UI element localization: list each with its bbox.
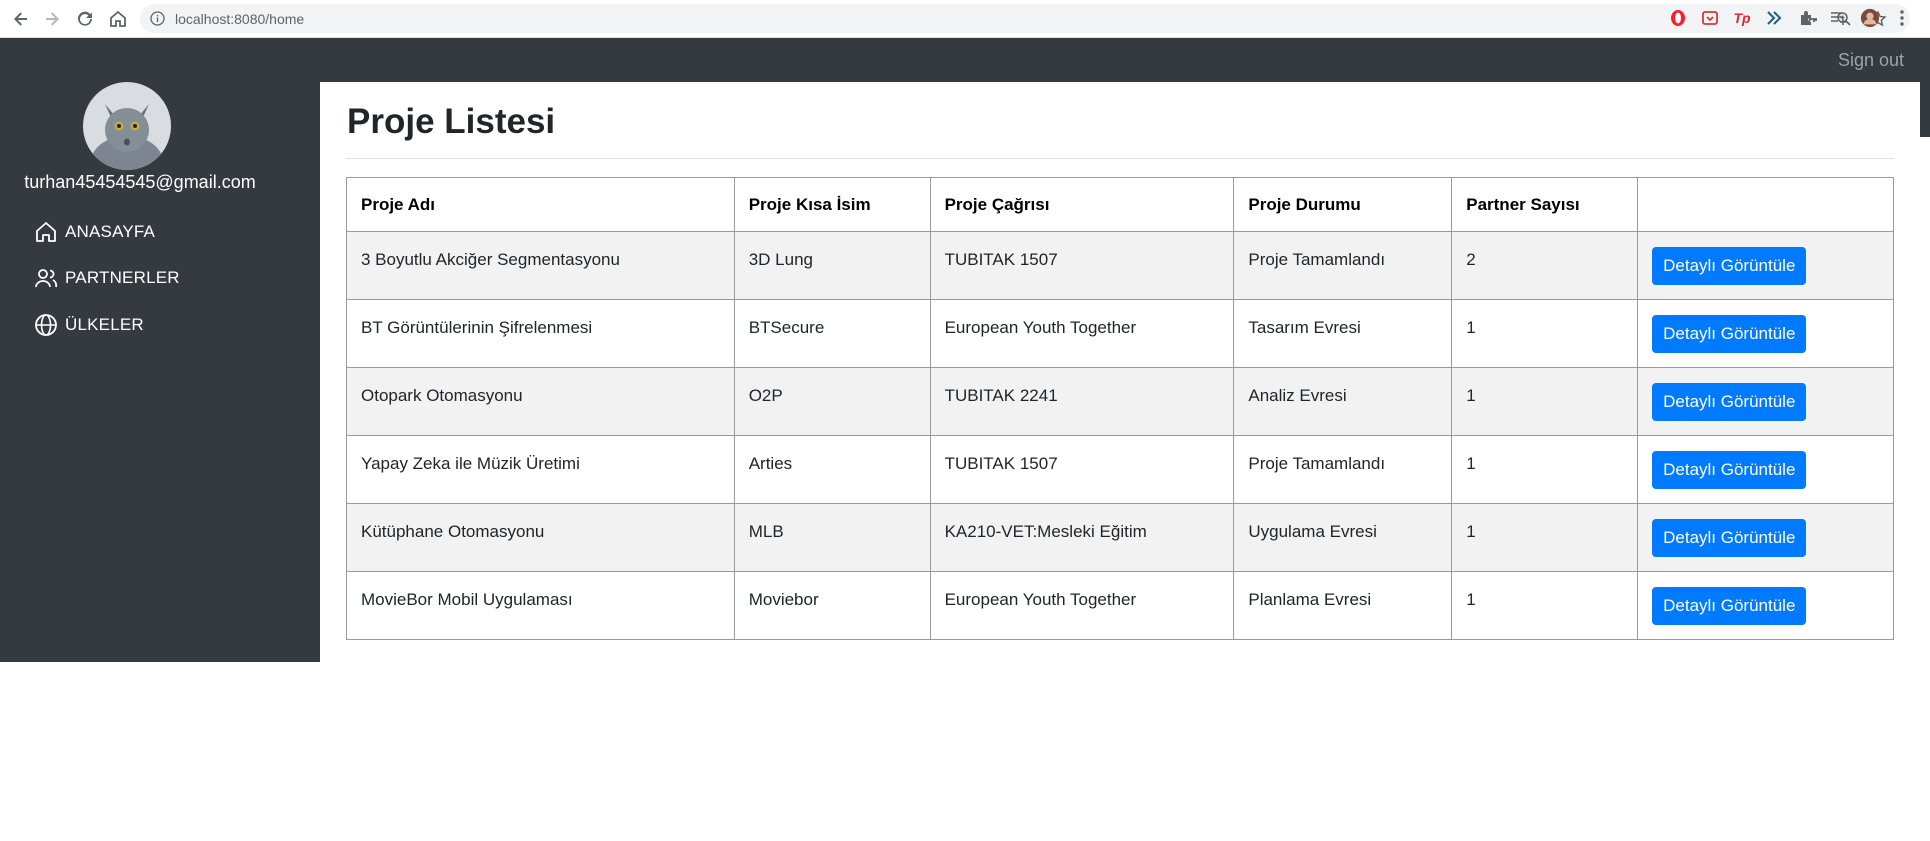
forward-icon[interactable] [40, 7, 64, 31]
sidebar-item-label: PARTNERLER [65, 268, 180, 287]
reload-icon[interactable] [73, 7, 97, 31]
table-row: Yapay Zeka ile Müzik Üretimi Arties TUBI… [346, 435, 1894, 504]
project-status-cell: Uygulama Evresi [1233, 503, 1453, 572]
view-details-button[interactable]: Detaylı Görüntüle [1652, 246, 1807, 285]
chevrons-extension-icon[interactable] [1764, 8, 1784, 28]
project-short-name-cell: MLB [733, 503, 931, 572]
action-cell: Detaylı Görüntüle [1637, 503, 1894, 572]
scrollbar-strip [1920, 82, 1930, 137]
project-status-cell: Planlama Evresi [1233, 571, 1453, 640]
sidebar-item-label: ÜLKELER [65, 315, 144, 334]
divider [346, 158, 1894, 159]
page-title: Proje Listesi [347, 102, 556, 141]
table-row: Kütüphane Otomasyonu MLB KA210-VET:Mesle… [346, 503, 1894, 572]
view-details-button[interactable]: Detaylı Görüntüle [1652, 450, 1807, 489]
user-email: turhan45454545@gmail.com [24, 172, 256, 192]
sidebar-item-partnerler[interactable]: PARTNERLER [33, 263, 180, 293]
partner-count-cell: 1 [1451, 571, 1639, 640]
project-short-name-cell: Arties [733, 435, 931, 504]
project-short-name-cell: O2P [733, 367, 931, 436]
pocket-extension-icon[interactable] [1700, 8, 1720, 28]
project-short-name-cell: 3D Lung [733, 231, 931, 300]
address-bar[interactable]: localhost:8080/home [140, 4, 1910, 33]
column-header: Partner Sayısı [1451, 177, 1639, 232]
project-short-name-cell: Moviebor [733, 571, 931, 640]
project-call-cell: KA210-VET:Mesleki Eğitim [929, 503, 1235, 572]
project-name-cell: Otopark Otomasyonu [346, 367, 735, 436]
partner-count-cell: 1 [1451, 299, 1639, 368]
project-name-cell: Kütüphane Otomasyonu [346, 503, 735, 572]
browser-toolbar: localhost:8080/home Tp [0, 0, 1930, 38]
tp-extension-icon[interactable]: Tp [1732, 8, 1752, 28]
menu-kebab-icon[interactable] [1892, 8, 1912, 28]
project-status-cell: Proje Tamamlandı [1233, 231, 1453, 300]
column-header: Proje Çağrısı [929, 177, 1235, 232]
sidebar: turhan45454545@gmail.com ANASAYFA PARTNE… [0, 82, 320, 662]
column-header: Proje Adı [346, 177, 735, 232]
project-short-name-cell: BTSecure [733, 299, 931, 368]
reading-list-icon[interactable] [1828, 8, 1848, 28]
view-details-button[interactable]: Detaylı Görüntüle [1652, 314, 1807, 353]
column-header: Proje Kısa İsim [733, 177, 931, 232]
project-status-cell: Analiz Evresi [1233, 367, 1453, 436]
action-cell: Detaylı Görüntüle [1637, 435, 1894, 504]
opera-extension-icon[interactable] [1668, 8, 1688, 28]
project-status-cell: Tasarım Evresi [1233, 299, 1453, 368]
table-header-row: Proje Adı Proje Kısa İsim Proje Çağrısı … [346, 177, 1894, 232]
view-details-button[interactable]: Detaylı Görüntüle [1652, 382, 1807, 421]
partner-count-cell: 2 [1451, 231, 1639, 300]
users-icon [33, 265, 59, 291]
url-text[interactable]: localhost:8080/home [175, 11, 304, 27]
info-icon[interactable] [150, 11, 165, 26]
table-row: 3 Boyutlu Akciğer Segmentasyonu 3D Lung … [346, 231, 1894, 300]
profile-avatar-icon[interactable] [1860, 8, 1880, 28]
project-name-cell: MovieBor Mobil Uygulaması [346, 571, 735, 640]
table-row: Otopark Otomasyonu O2P TUBITAK 2241 Anal… [346, 367, 1894, 436]
user-avatar [83, 82, 171, 170]
sidebar-item-label: ANASAYFA [65, 222, 156, 241]
action-cell: Detaylı Görüntüle [1637, 231, 1894, 300]
project-call-cell: TUBITAK 1507 [929, 231, 1235, 300]
project-call-cell: TUBITAK 1507 [929, 435, 1235, 504]
action-cell: Detaylı Görüntüle [1637, 367, 1894, 436]
project-name-cell: 3 Boyutlu Akciğer Segmentasyonu [346, 231, 735, 300]
column-header: Proje Durumu [1233, 177, 1453, 232]
project-call-cell: European Youth Together [929, 571, 1235, 640]
app-navbar: Sign out [0, 38, 1930, 82]
action-cell: Detaylı Görüntüle [1637, 299, 1894, 368]
sign-out-link[interactable]: Sign out [1838, 50, 1904, 71]
sidebar-item-ulkeler[interactable]: ÜLKELER [33, 310, 144, 340]
view-details-button[interactable]: Detaylı Görüntüle [1652, 518, 1807, 557]
project-name-cell: BT Görüntülerinin Şifrelenmesi [346, 299, 735, 368]
project-status-cell: Proje Tamamlandı [1233, 435, 1453, 504]
home-browser-icon[interactable] [106, 7, 130, 31]
partner-count-cell: 1 [1451, 503, 1639, 572]
partner-count-cell: 1 [1451, 435, 1639, 504]
project-call-cell: European Youth Together [929, 299, 1235, 368]
back-icon[interactable] [9, 7, 33, 31]
partner-count-cell: 1 [1451, 367, 1639, 436]
home-icon [33, 219, 59, 245]
sidebar-item-anasayfa[interactable]: ANASAYFA [33, 217, 155, 247]
table-row: BT Görüntülerinin Şifrelenmesi BTSecure … [346, 299, 1894, 368]
table-row: MovieBor Mobil Uygulaması Moviebor Europ… [346, 571, 1894, 640]
project-name-cell: Yapay Zeka ile Müzik Üretimi [346, 435, 735, 504]
projects-table: Proje Adı Proje Kısa İsim Proje Çağrısı … [346, 177, 1894, 640]
extensions-puzzle-icon[interactable] [1796, 8, 1816, 28]
project-call-cell: TUBITAK 2241 [929, 367, 1235, 436]
column-header [1637, 177, 1894, 232]
action-cell: Detaylı Görüntüle [1637, 571, 1894, 640]
view-details-button[interactable]: Detaylı Görüntüle [1652, 586, 1807, 625]
globe-icon [33, 312, 59, 338]
